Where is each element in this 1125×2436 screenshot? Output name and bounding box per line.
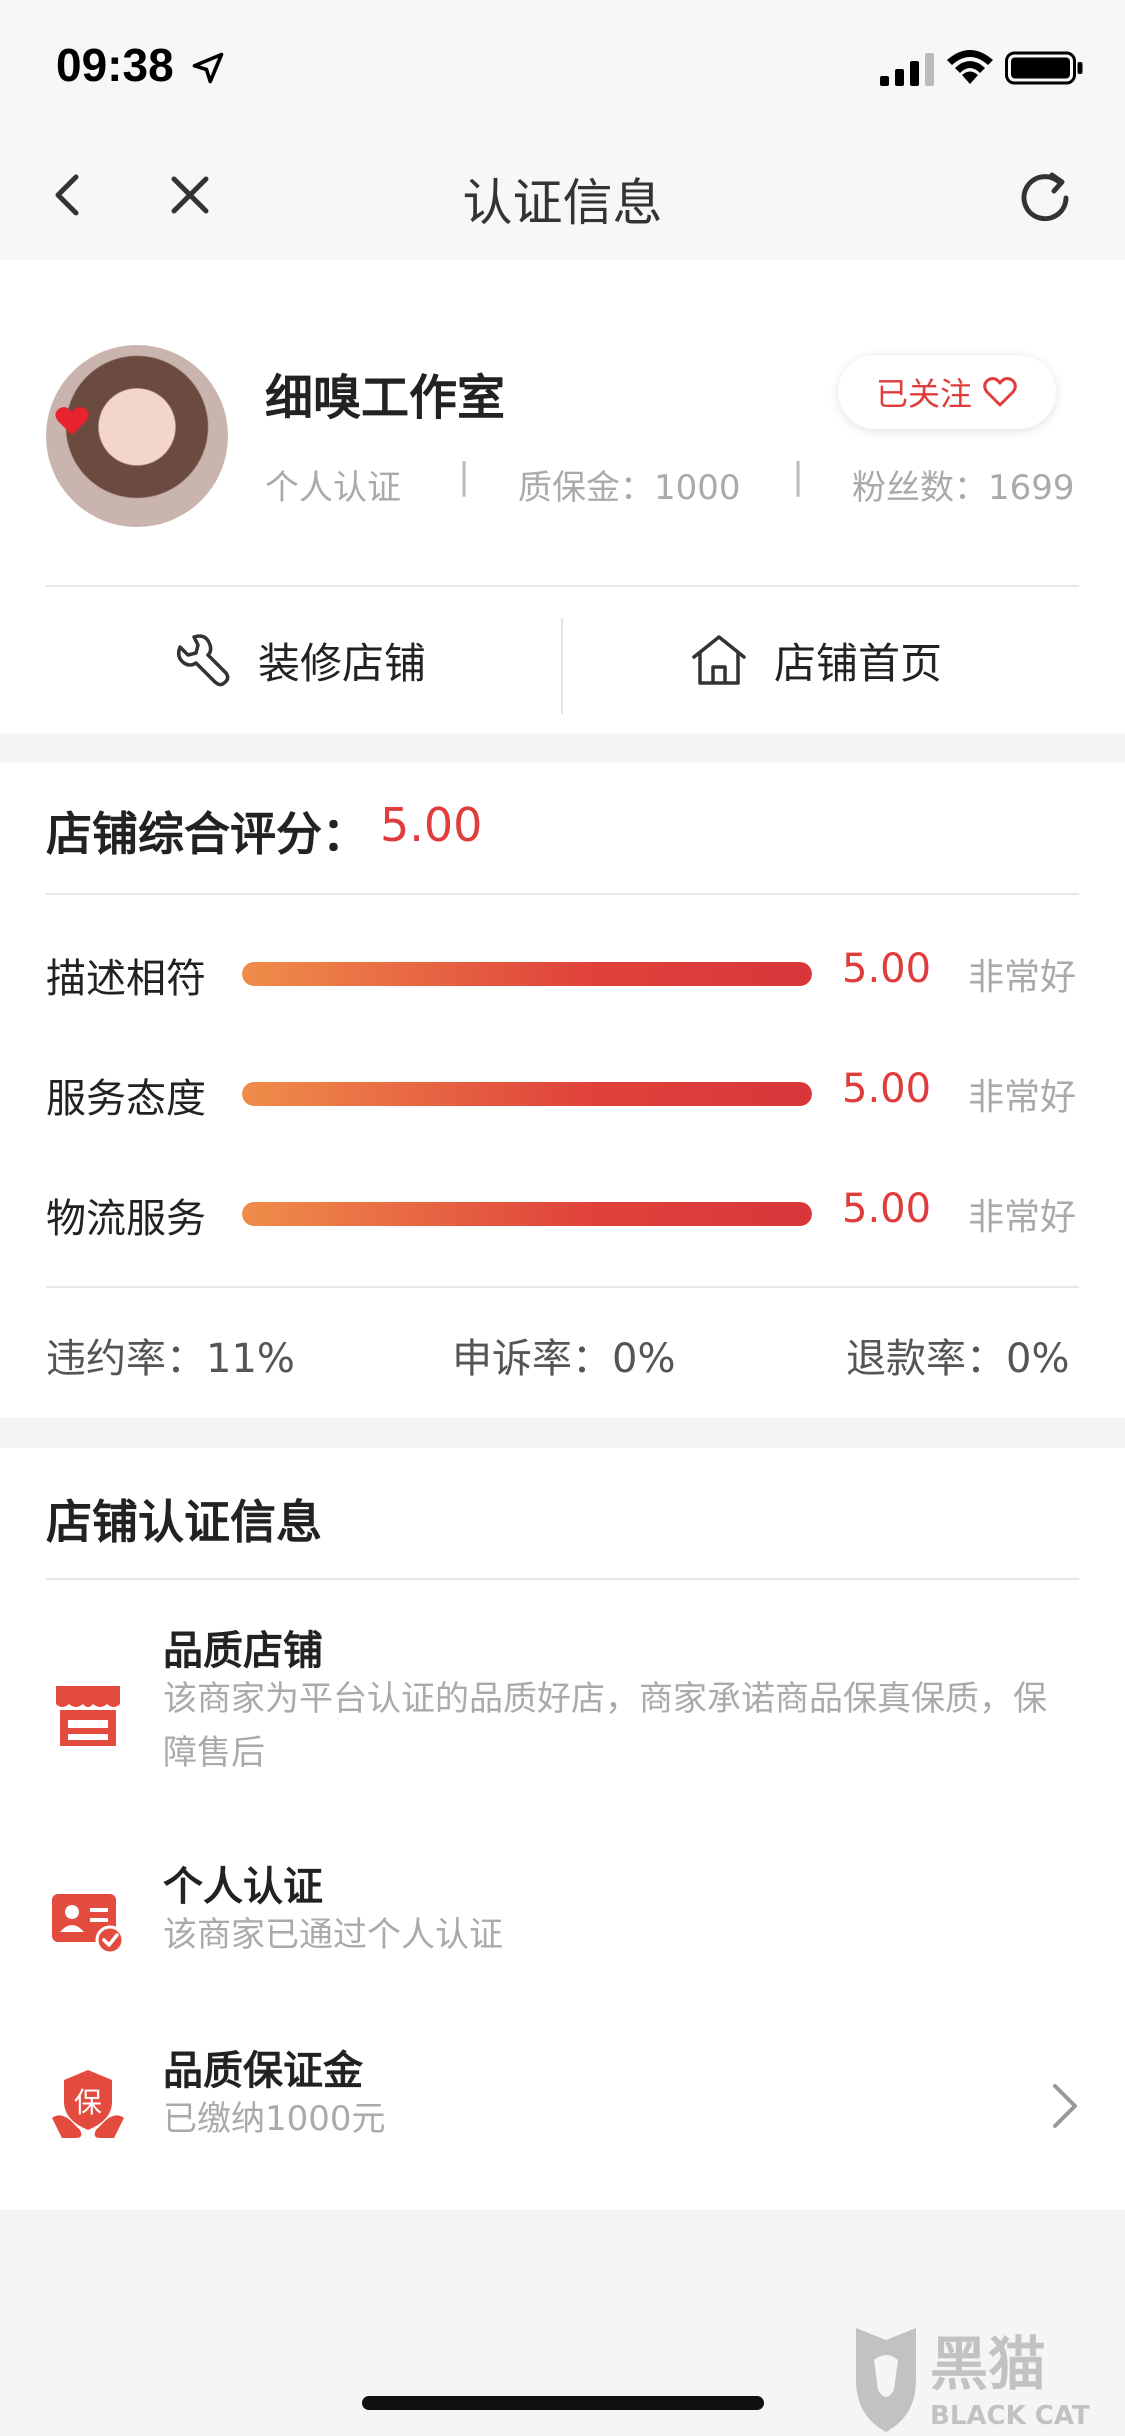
divider bbox=[46, 1578, 1079, 1580]
location-arrow-icon bbox=[192, 52, 224, 84]
cert-name: 品质保证金 bbox=[163, 2048, 363, 2094]
status-bar: 09:38 bbox=[0, 0, 1125, 135]
certification-card: 店铺认证信息 品质店铺 该商家为平台认证的品质好店，商家承诺商品保真保质，保障售… bbox=[0, 1448, 1125, 2210]
chevron-right-icon[interactable] bbox=[1045, 2078, 1085, 2134]
rating-bar-fill bbox=[242, 1082, 812, 1106]
divider bbox=[46, 893, 1079, 895]
rating-bar bbox=[242, 1082, 812, 1106]
rating-bar bbox=[242, 962, 812, 986]
deposit-shield-icon: 保 bbox=[52, 2070, 124, 2138]
rating-row: 物流服务 5.00 非常好 bbox=[0, 1178, 1125, 1248]
deposit-label: 质保金：1000 bbox=[518, 468, 741, 508]
shop-card: 细嗅工作室 已关注 个人认证 | 质保金：1000 | 粉丝数：1699 装修店… bbox=[0, 260, 1125, 733]
heart-sticker-icon bbox=[55, 407, 89, 435]
status-time: 09:38 bbox=[56, 39, 174, 91]
black-cat-watermark: 黑猫 BLACK CAT bbox=[856, 2328, 1090, 2432]
nav-bar: 认证信息 bbox=[0, 135, 1125, 260]
rating-bar-fill bbox=[242, 962, 812, 986]
follow-label: 已关注 bbox=[875, 375, 972, 413]
divider bbox=[46, 1286, 1079, 1288]
fans-label: 粉丝数：1699 bbox=[852, 468, 1075, 508]
violation-rate: 违约率：11% bbox=[46, 1336, 295, 1382]
rating-value: 5.00 bbox=[842, 1066, 932, 1112]
score-title: 店铺综合评分： bbox=[46, 807, 368, 861]
battery-icon bbox=[1005, 51, 1083, 85]
rating-label: 描述相符 bbox=[46, 956, 206, 1002]
page-title: 认证信息 bbox=[462, 174, 663, 232]
meta-divider: | bbox=[792, 456, 805, 497]
shop-avatar[interactable] bbox=[46, 345, 228, 527]
rating-value: 5.00 bbox=[842, 1186, 932, 1232]
watermark-subtext: BLACK CAT bbox=[930, 2401, 1090, 2431]
cert-desc: 该商家已通过个人认证 bbox=[163, 1915, 503, 1955]
score-card: 店铺综合评分： 5.00 描述相符 5.00 非常好 服务态度 5.00 非常好… bbox=[0, 763, 1125, 1418]
cert-name: 个人认证 bbox=[163, 1864, 323, 1910]
refresh-icon[interactable] bbox=[1012, 165, 1078, 231]
heart-icon bbox=[983, 377, 1017, 407]
store-icon bbox=[56, 1686, 120, 1746]
rating-value: 5.00 bbox=[842, 946, 932, 992]
refund-rate: 退款率：0% bbox=[846, 1336, 1070, 1382]
shop-homepage-button[interactable]: 店铺首页 bbox=[688, 620, 942, 700]
appeal-rate: 申诉率：0% bbox=[452, 1336, 676, 1382]
meta-divider: | bbox=[458, 456, 471, 497]
cert-type-label: 个人认证 bbox=[265, 468, 401, 508]
cert-name: 品质店铺 bbox=[163, 1628, 323, 1674]
home-indicator[interactable] bbox=[362, 2396, 764, 2410]
rating-label: 物流服务 bbox=[46, 1196, 206, 1242]
rating-row: 服务态度 5.00 非常好 bbox=[0, 1058, 1125, 1128]
rating-text: 非常好 bbox=[968, 1077, 1077, 1118]
home-icon bbox=[692, 635, 746, 685]
cert-desc: 该商家为平台认证的品质好店，商家承诺商品保真保质，保障售后 bbox=[163, 1679, 1047, 1773]
rating-text: 非常好 bbox=[968, 1197, 1077, 1238]
id-card-icon bbox=[52, 1894, 125, 1955]
shop-name: 细嗅工作室 bbox=[265, 370, 506, 426]
rating-bar bbox=[242, 1202, 812, 1226]
cellular-signal-icon bbox=[880, 53, 934, 86]
divider bbox=[46, 585, 1079, 587]
deposit-icon-char: 保 bbox=[74, 2086, 102, 2119]
score-value: 5.00 bbox=[380, 798, 483, 852]
cert-desc: 已缴纳1000元 bbox=[163, 2099, 386, 2139]
shop-homepage-label: 店铺首页 bbox=[774, 638, 943, 688]
follow-button[interactable]: 已关注 bbox=[838, 355, 1056, 429]
wifi-icon bbox=[947, 50, 993, 84]
rating-bar-fill bbox=[242, 1202, 812, 1226]
certification-title: 店铺认证信息 bbox=[46, 1495, 322, 1549]
rating-row: 描述相符 5.00 非常好 bbox=[0, 938, 1125, 1008]
action-divider bbox=[561, 618, 563, 714]
rating-text: 非常好 bbox=[968, 957, 1077, 998]
rating-label: 服务态度 bbox=[46, 1076, 206, 1122]
decorate-shop-label: 装修店铺 bbox=[258, 638, 427, 688]
decorate-shop-button[interactable]: 装修店铺 bbox=[172, 620, 426, 700]
wrench-icon bbox=[176, 634, 230, 687]
watermark-text: 黑猫 bbox=[930, 2330, 1046, 2398]
